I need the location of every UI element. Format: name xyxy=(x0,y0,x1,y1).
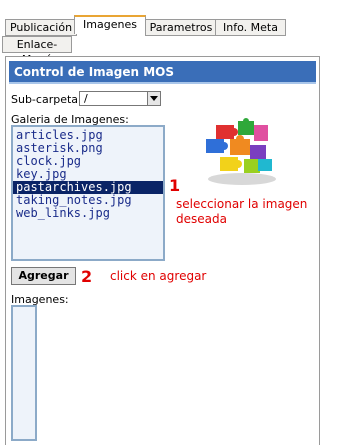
puzzle-piece-pink-icon xyxy=(254,125,268,141)
step-2-note: click en agregar xyxy=(110,269,207,283)
puzzle-preview-icon xyxy=(198,117,280,187)
subfolder-select[interactable]: / xyxy=(79,91,161,106)
tab-parametros[interactable]: Parametros xyxy=(145,19,217,36)
tab-info-meta[interactable]: Info. Meta xyxy=(215,19,286,36)
step-1-number: 1 xyxy=(169,176,181,195)
tab-enlace-menu[interactable]: Enlace-Menú xyxy=(2,36,72,66)
add-button[interactable]: Agregar xyxy=(11,267,76,285)
tab-bar: Publicación Parametros Info. Meta Imagen… xyxy=(0,0,343,66)
puzzle-piece-cyan-icon xyxy=(258,159,272,171)
tab-publicacion[interactable]: Publicación xyxy=(5,19,77,36)
subfolder-label: Sub-carpeta: xyxy=(11,93,82,106)
subfolder-value: / xyxy=(84,92,88,105)
tab-imagenes[interactable]: Imagenes xyxy=(74,15,146,34)
image-control-panel: Control de Imagen MOS Sub-carpeta: / Gal… xyxy=(5,56,320,445)
panel-title: Control de Imagen MOS xyxy=(9,61,316,84)
puzzle-piece-purple-icon xyxy=(250,145,266,159)
chevron-down-icon[interactable] xyxy=(147,92,160,105)
gallery-item-web-links[interactable]: web_links.jpg xyxy=(13,207,163,220)
gallery-listbox[interactable]: articles.jpg asterisk.png clock.jpg key.… xyxy=(11,125,165,261)
puzzle-piece-lime-icon xyxy=(244,159,260,173)
step-1-note: seleccionar la imagen deseada xyxy=(176,197,308,226)
images-listbox[interactable] xyxy=(11,305,37,441)
step-2-number: 2 xyxy=(81,267,93,286)
